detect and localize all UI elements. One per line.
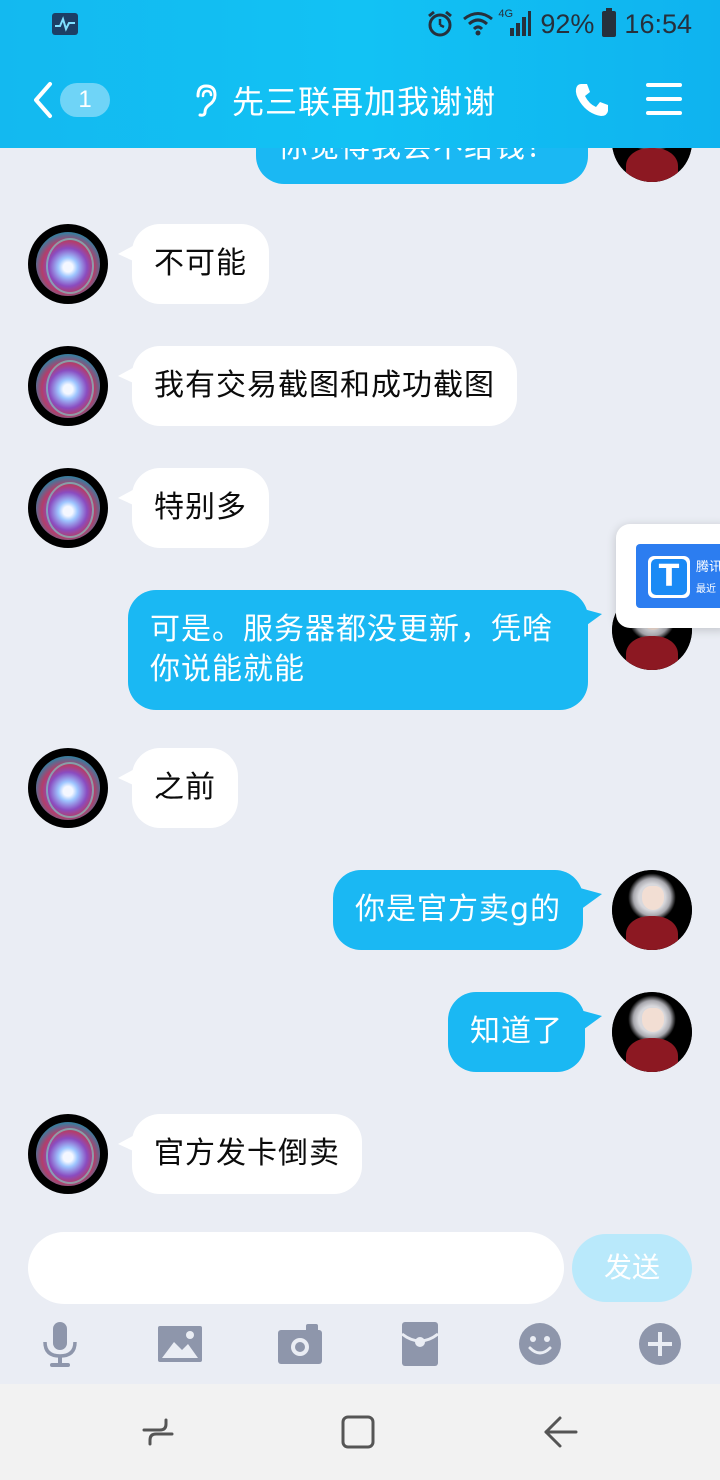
ear-icon <box>190 82 220 118</box>
clock: 16:54 <box>624 8 692 39</box>
battery-icon <box>602 8 617 37</box>
mic-icon[interactable] <box>36 1320 84 1368</box>
avatar-contact[interactable] <box>28 1114 108 1194</box>
app-logo-icon: T <box>648 556 690 598</box>
bubble-tail <box>580 888 602 910</box>
back-nav-icon[interactable] <box>538 1410 582 1454</box>
activity-icon <box>52 13 78 35</box>
status-bar: 4G 92% 16:54 <box>0 0 720 50</box>
network-type: 4G <box>498 8 514 20</box>
plus-icon[interactable] <box>636 1320 684 1368</box>
chat-title: 先三联再加我谢谢 <box>232 83 497 121</box>
battery-percent: 92% <box>540 8 595 39</box>
chevron-left-icon <box>34 82 52 118</box>
menu-icon[interactable] <box>646 83 682 115</box>
floating-widget[interactable]: T 腾讯 最近 <box>616 524 720 628</box>
header: 4G 92% 16:54 1 先三联再加我谢谢 <box>0 0 720 148</box>
red-packet-icon[interactable] <box>396 1320 444 1368</box>
camera-icon[interactable] <box>276 1320 324 1368</box>
bubble-tail <box>580 1010 602 1032</box>
send-button[interactable]: 发送 <box>572 1234 692 1302</box>
avatar-self[interactable] <box>612 870 692 950</box>
message-input[interactable] <box>28 1232 564 1304</box>
status-right: 4G 92% 16:54 <box>426 8 692 40</box>
phone-icon[interactable] <box>572 80 612 120</box>
message-bubble[interactable]: 你是官方卖g的 <box>333 870 584 950</box>
recent-apps-icon[interactable] <box>136 1410 180 1454</box>
floating-widget-subtitle: 最近 <box>696 584 716 595</box>
message-bubble[interactable]: 你觉得我会不给钱？ <box>256 148 588 184</box>
floating-widget-title: 腾讯 <box>696 560 720 575</box>
wifi-icon <box>462 10 494 38</box>
avatar-contact[interactable] <box>28 468 108 548</box>
message-bubble[interactable]: 官方发卡倒卖 <box>132 1114 362 1194</box>
title-group[interactable]: 先三联再加我谢谢 <box>190 78 496 122</box>
floating-widget-panel: T 腾讯 最近 <box>636 544 720 608</box>
avatar-contact[interactable] <box>28 224 108 304</box>
signal-icon: 4G <box>498 8 532 38</box>
back-button[interactable] <box>30 80 60 120</box>
message-bubble[interactable]: 我有交易截图和成功截图 <box>132 346 517 426</box>
message-bubble[interactable]: 不可能 <box>132 224 269 304</box>
message-bubble[interactable]: 特别多 <box>132 468 269 548</box>
input-bar: 发送 <box>0 1230 720 1310</box>
toolbar <box>0 1310 720 1384</box>
message-bubble[interactable]: 之前 <box>132 748 238 828</box>
image-icon[interactable] <box>156 1320 204 1368</box>
avatar-contact[interactable] <box>28 346 108 426</box>
bubble-tail <box>580 608 602 630</box>
emoji-icon[interactable] <box>516 1320 564 1368</box>
avatar-self[interactable] <box>612 992 692 1072</box>
message-bubble[interactable]: 可是。服务器都没更新，凭啥你说能就能 <box>128 590 588 710</box>
unread-badge[interactable]: 1 <box>60 83 110 117</box>
avatar-self[interactable] <box>612 148 692 182</box>
home-icon[interactable] <box>336 1410 380 1454</box>
message-list[interactable]: 你觉得我会不给钱？ 不可能 我有交易截图和成功截图 特别多 可是。服务器都没更新… <box>0 148 720 1230</box>
title-bar: 1 先三联再加我谢谢 <box>0 50 720 148</box>
avatar-contact[interactable] <box>28 748 108 828</box>
system-nav-bar <box>0 1384 720 1480</box>
alarm-icon <box>426 10 454 38</box>
message-bubble[interactable]: 知道了 <box>448 992 585 1072</box>
